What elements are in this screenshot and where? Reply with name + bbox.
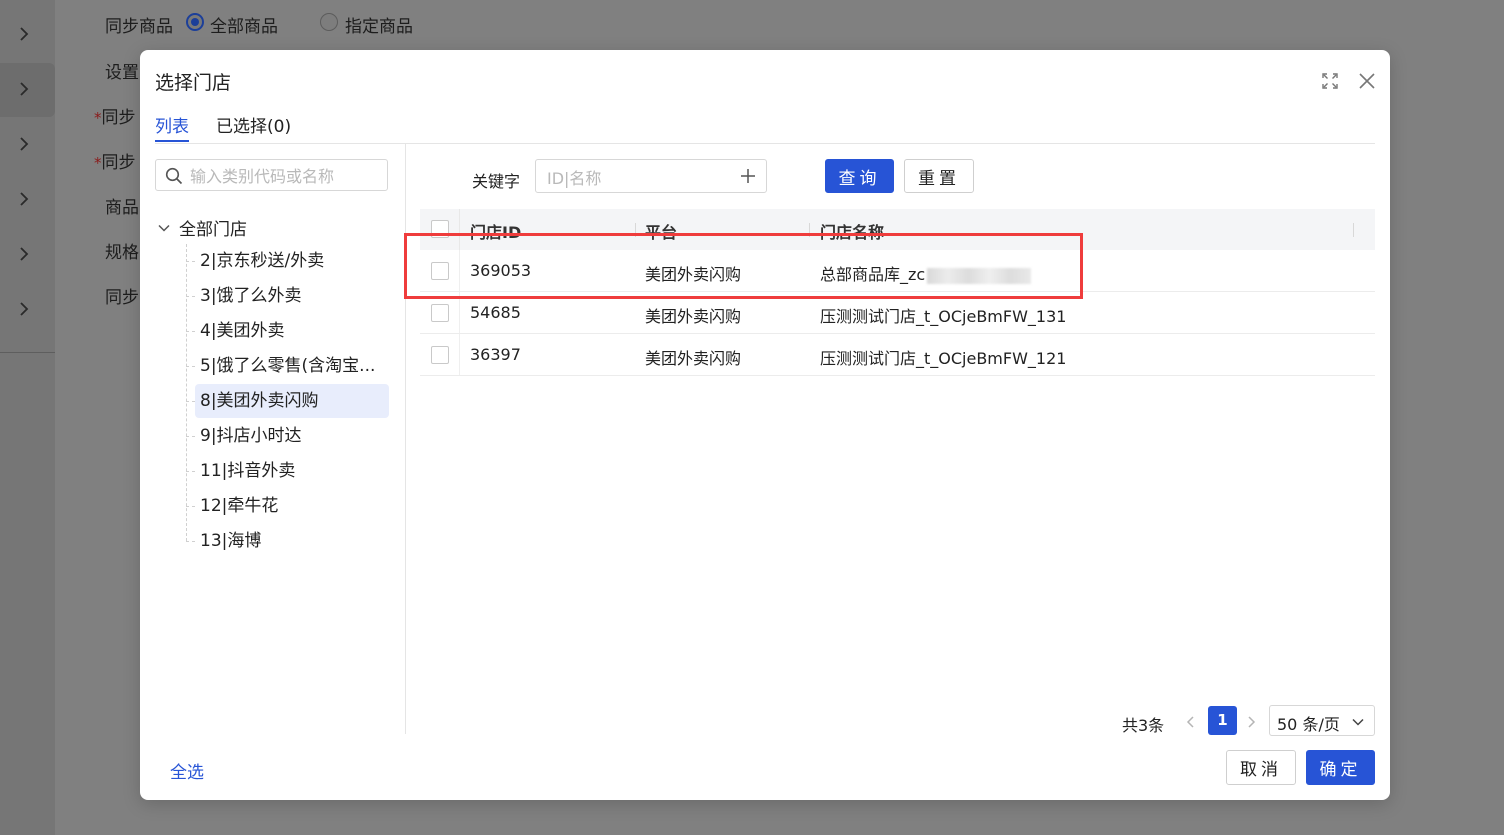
tree-branch-line bbox=[186, 436, 195, 438]
fullscreen-icon[interactable] bbox=[1320, 71, 1340, 91]
page-size-value: 50 条/页 bbox=[1277, 715, 1340, 734]
background-field-label: 规格 bbox=[105, 243, 139, 263]
tab-selected[interactable]: 已选择(0) bbox=[216, 112, 291, 137]
tree-root-all-stores[interactable]: 全部门店 bbox=[157, 214, 247, 240]
page-number-current[interactable]: 1 bbox=[1208, 706, 1237, 735]
column-divider bbox=[809, 223, 810, 237]
tab-list[interactable]: 列表 bbox=[155, 112, 189, 142]
select-all-link[interactable]: 全选 bbox=[170, 758, 204, 783]
close-icon[interactable] bbox=[1357, 71, 1377, 91]
background-field-label: *同步 bbox=[94, 108, 136, 128]
column-header-store-name: 门店名称 bbox=[820, 223, 885, 242]
table-row[interactable]: 54685 美团外卖闪购 压测测试门店_t_OCjeBmFW_131 bbox=[420, 292, 1375, 334]
page-size-select[interactable]: 50 条/页 bbox=[1269, 705, 1375, 736]
keyword-input[interactable] bbox=[545, 166, 729, 190]
tree-item-platform[interactable]: 9|抖店小时达 bbox=[195, 419, 389, 453]
tree-branch-line bbox=[186, 471, 195, 473]
tree-guide-line bbox=[186, 244, 188, 541]
reset-button[interactable]: 重置 bbox=[904, 159, 974, 193]
background-field-label: 同步商品 bbox=[105, 17, 173, 37]
radio-specified-products[interactable] bbox=[320, 13, 338, 31]
row-divider bbox=[459, 334, 460, 375]
select-all-rows-checkbox[interactable] bbox=[431, 220, 449, 238]
background-sidebar bbox=[0, 0, 55, 835]
tree-item-platform-selected[interactable]: 8|美团外卖闪购 bbox=[195, 384, 389, 418]
background-field-label: 设置 bbox=[105, 63, 139, 83]
tree-search-box bbox=[155, 159, 388, 191]
select-store-modal: 选择门店 列表 已选择(0) 全部门店 2|京东秒送/外卖 3|饿了么外卖 4 bbox=[140, 50, 1390, 800]
modal-title: 选择门店 bbox=[155, 72, 232, 94]
tree-branch-line bbox=[186, 261, 195, 263]
platform-cell: 美团外卖闪购 bbox=[645, 349, 742, 368]
required-mark: * bbox=[94, 109, 102, 127]
column-header-platform: 平台 bbox=[645, 223, 678, 242]
tree-branch-line bbox=[186, 401, 195, 403]
column-divider bbox=[1353, 223, 1354, 237]
chevron-right-icon[interactable] bbox=[16, 136, 32, 152]
chevron-right-icon[interactable] bbox=[16, 81, 32, 97]
keyword-label: 关键字 bbox=[472, 172, 521, 191]
table-row[interactable]: 369053 美团外卖闪购 总部商品库_zc bbox=[420, 250, 1375, 292]
tree-item-platform[interactable]: 4|美团外卖 bbox=[195, 314, 389, 348]
background-field-label: 商品 bbox=[105, 198, 139, 218]
background-sidebar-divider bbox=[0, 352, 55, 353]
store-id-cell: 54685 bbox=[470, 303, 521, 322]
keyword-box bbox=[535, 159, 767, 193]
tree-branch-line bbox=[186, 296, 195, 298]
tree-branch-line bbox=[186, 331, 195, 333]
tree-search-input[interactable] bbox=[188, 164, 382, 188]
chevron-left-icon[interactable] bbox=[1184, 714, 1198, 728]
tree-branch-line bbox=[186, 366, 195, 368]
radio-all-products[interactable] bbox=[186, 13, 204, 31]
plus-icon[interactable] bbox=[740, 168, 756, 184]
total-count: 共3条 bbox=[1122, 716, 1165, 735]
confirm-button[interactable]: 确定 bbox=[1306, 750, 1375, 785]
chevron-right-icon[interactable] bbox=[16, 26, 32, 42]
radio-all-products-label: 全部商品 bbox=[210, 17, 278, 37]
column-divider bbox=[635, 223, 636, 237]
chevron-right-icon[interactable] bbox=[16, 246, 32, 262]
chevron-right-icon[interactable] bbox=[1244, 714, 1258, 728]
store-list-panel: 关键字 查询 重置 门店ID 平台 门店名称 369053 bbox=[420, 144, 1375, 734]
store-tree-panel: 全部门店 2|京东秒送/外卖 3|饿了么外卖 4|美团外卖 5|饿了么零售(含淘… bbox=[155, 144, 406, 734]
row-divider bbox=[459, 250, 460, 291]
tree-branch-line bbox=[186, 541, 195, 543]
store-name-cell: 压测测试门店_t_OCjeBmFW_121 bbox=[820, 349, 1067, 368]
chevron-right-icon[interactable] bbox=[16, 301, 32, 317]
row-divider bbox=[459, 292, 460, 333]
chevron-down-icon bbox=[1351, 714, 1365, 728]
chevron-right-icon[interactable] bbox=[16, 191, 32, 207]
tree-item-platform[interactable]: 5|饿了么零售(含淘宝... bbox=[195, 349, 389, 383]
table-row[interactable]: 36397 美团外卖闪购 压测测试门店_t_OCjeBmFW_121 bbox=[420, 334, 1375, 376]
cancel-button[interactable]: 取消 bbox=[1226, 750, 1296, 785]
row-checkbox[interactable] bbox=[431, 262, 449, 280]
column-header-store-id: 门店ID bbox=[470, 223, 522, 242]
tree-item-platform[interactable]: 13|海博 bbox=[195, 524, 389, 558]
row-checkbox[interactable] bbox=[431, 346, 449, 364]
platform-cell: 美团外卖闪购 bbox=[645, 265, 742, 284]
column-divider bbox=[459, 209, 460, 250]
tree-item-platform[interactable]: 11|抖音外卖 bbox=[195, 454, 389, 488]
tree-item-platform[interactable]: 3|饿了么外卖 bbox=[195, 279, 389, 313]
store-name-cell: 压测测试门店_t_OCjeBmFW_131 bbox=[820, 307, 1067, 326]
store-id-cell: 369053 bbox=[470, 261, 532, 280]
platform-cell: 美团外卖闪购 bbox=[645, 307, 742, 326]
background-field-label: 同步 bbox=[105, 288, 139, 308]
redacted-text bbox=[927, 267, 1032, 284]
tree-item-platform[interactable]: 12|牵牛花 bbox=[195, 489, 389, 523]
chevron-down-icon[interactable] bbox=[157, 220, 171, 234]
row-checkbox[interactable] bbox=[431, 304, 449, 322]
table-header: 门店ID 平台 门店名称 bbox=[420, 209, 1375, 250]
query-button[interactable]: 查询 bbox=[825, 159, 894, 193]
background-field-label: *同步 bbox=[94, 153, 136, 173]
tree-root-label: 全部门店 bbox=[179, 219, 247, 240]
radio-specified-products-label: 指定商品 bbox=[345, 17, 413, 37]
tree-item-platform[interactable]: 2|京东秒送/外卖 bbox=[195, 244, 389, 278]
search-icon bbox=[165, 167, 183, 185]
store-name-cell: 总部商品库_zc bbox=[820, 261, 1032, 285]
tree-branch-line bbox=[186, 506, 195, 508]
required-mark: * bbox=[94, 154, 102, 172]
store-id-cell: 36397 bbox=[470, 345, 521, 364]
